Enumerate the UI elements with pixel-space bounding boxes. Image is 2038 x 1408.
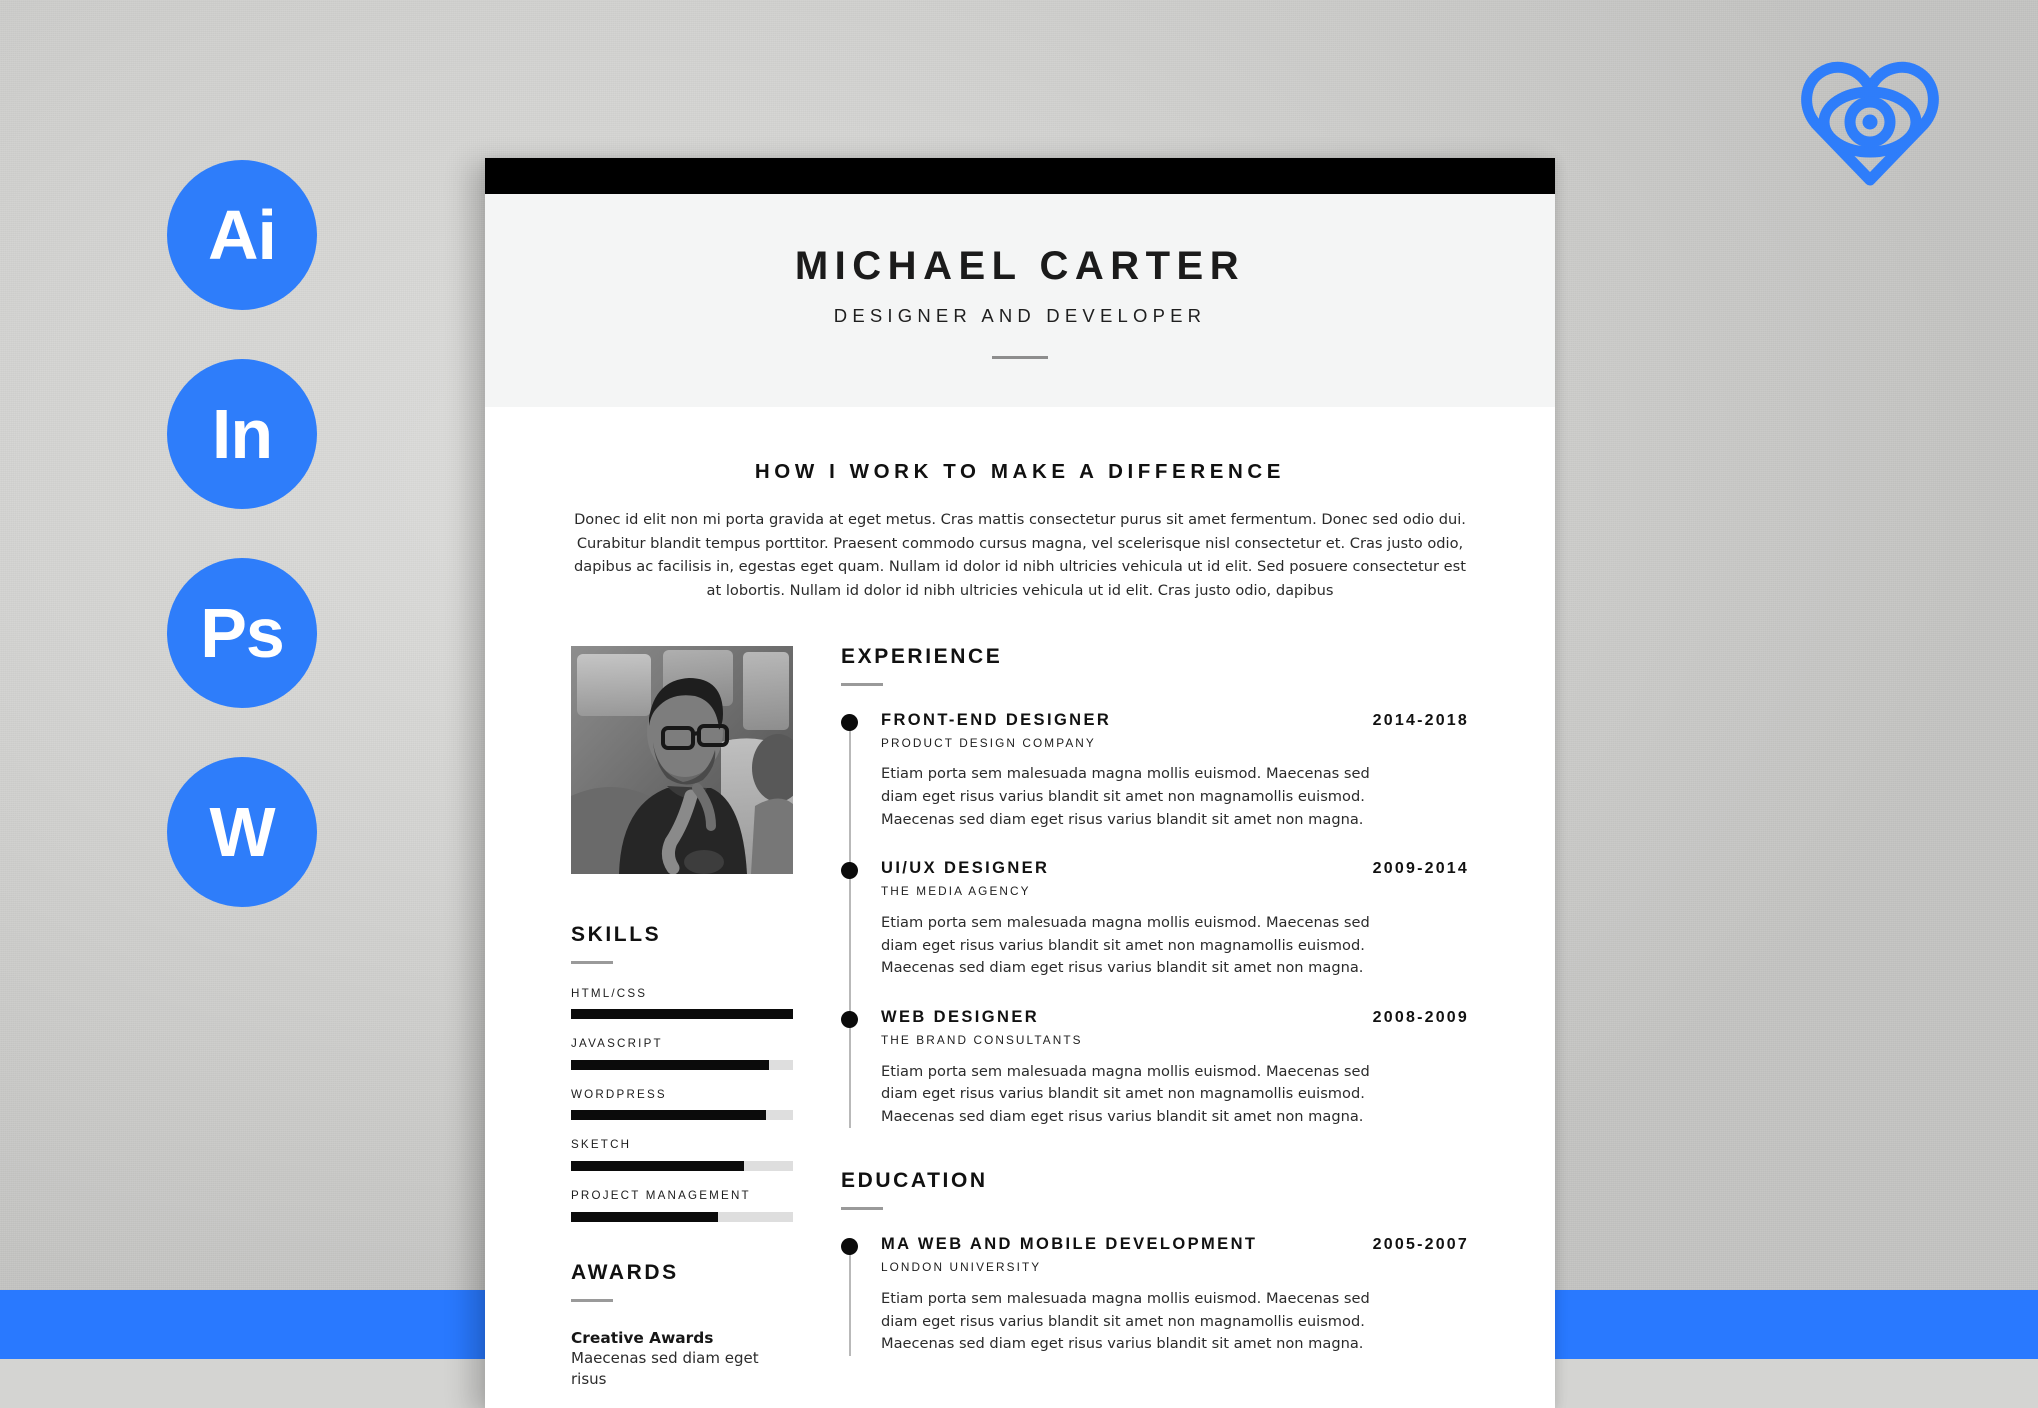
skill-label: PROJECT MANAGEMENT xyxy=(571,1188,751,1202)
education-timeline: MA WEB AND MOBILE DEVELOPMENT 2005-2007 … xyxy=(841,1236,1469,1356)
portrait-photo xyxy=(571,645,793,874)
experience-description: Etiam porta sem malesuada magna mollis e… xyxy=(881,1062,1370,1125)
skill-bar-track xyxy=(571,1110,793,1121)
timeline-dot-icon xyxy=(841,713,858,731)
experience-divider xyxy=(841,682,883,686)
skill-bar-fill xyxy=(571,1059,769,1070)
education-entry-head: MA WEB AND MOBILE DEVELOPMENT 2005-2007 xyxy=(881,1236,1469,1253)
experience-role: WEB DESIGNER xyxy=(881,1007,1040,1026)
skills-list: HTML/CSS JAVASCRIPT WORDPRESS SKETCH PRO… xyxy=(571,986,793,1222)
experience-role: FRONT-END DESIGNER xyxy=(881,710,1112,729)
skill-label: JAVASCRIPT xyxy=(571,1037,663,1051)
left-column: SKILLS HTML/CSS JAVASCRIPT WORDPRESS SKE… xyxy=(571,645,793,1391)
experience-years: 2014-2018 xyxy=(1372,711,1469,729)
education-divider xyxy=(841,1207,883,1211)
intro-paragraph: Donec id elit non mi porta gravida at eg… xyxy=(574,511,1466,599)
skill-bar-fill xyxy=(571,1211,718,1222)
app-icon-illustrator[interactable]: Ai xyxy=(167,160,317,310)
education-entry: MA WEB AND MOBILE DEVELOPMENT 2005-2007 … xyxy=(841,1236,1469,1356)
education-title: EDUCATION xyxy=(841,1169,988,1193)
experience-description: Etiam porta sem malesuada magna mollis e… xyxy=(881,765,1370,828)
app-icon-photoshop-label: Ps xyxy=(200,594,285,672)
skills-section: SKILLS HTML/CSS JAVASCRIPT WORDPRESS SKE… xyxy=(571,924,793,1222)
skill-label: SKETCH xyxy=(571,1138,632,1152)
education-years: 2005-2007 xyxy=(1372,1236,1469,1254)
resume-header: MICHAEL CARTER DESIGNER AND DEVELOPER xyxy=(485,194,1555,407)
education-description: Etiam porta sem malesuada magna mollis e… xyxy=(881,1290,1370,1353)
experience-entry-head: WEB DESIGNER 2008-2009 xyxy=(881,1009,1469,1026)
awards-section: AWARDS Creative Awards Maecenas sed diam… xyxy=(571,1262,793,1391)
app-icon-indesign-label: In xyxy=(211,395,273,473)
header-divider xyxy=(992,355,1048,359)
skill-item: PROJECT MANAGEMENT xyxy=(571,1190,793,1222)
app-icon-rail: Ai In Ps W xyxy=(167,160,317,907)
skill-label: HTML/CSS xyxy=(571,986,648,1000)
experience-company: THE MEDIA AGENCY xyxy=(881,884,1031,899)
skill-item: HTML/CSS xyxy=(571,986,793,1020)
award-name: Creative Awards xyxy=(571,1328,714,1347)
resume-document: MICHAEL CARTER DESIGNER AND DEVELOPER HO… xyxy=(485,158,1555,1408)
app-icon-photoshop[interactable]: Ps xyxy=(167,558,317,708)
experience-years: 2008-2009 xyxy=(1372,1008,1469,1026)
awards-title: AWARDS xyxy=(571,1260,679,1284)
experience-entry-head: UI/UX DESIGNER 2009-2014 xyxy=(881,860,1469,877)
skill-item: SKETCH xyxy=(571,1139,793,1171)
app-icon-word[interactable]: W xyxy=(167,757,317,907)
resume-body: SKILLS HTML/CSS JAVASCRIPT WORDPRESS SKE… xyxy=(485,603,1555,1391)
experience-entry: WEB DESIGNER 2008-2009 THE BRAND CONSULT… xyxy=(841,1009,1469,1129)
experience-entry: UI/UX DESIGNER 2009-2014 THE MEDIA AGENC… xyxy=(841,860,1469,980)
experience-section: EXPERIENCE FRONT-END DESIGNER 2014-2018 … xyxy=(841,646,1469,1129)
experience-company: PRODUCT DESIGN COMPANY xyxy=(881,735,1096,750)
education-section: EDUCATION MA WEB AND MOBILE DEVELOPMENT … xyxy=(841,1170,1469,1356)
skills-divider xyxy=(571,960,613,964)
awards-divider xyxy=(571,1298,613,1302)
timeline-dot-icon xyxy=(841,1010,858,1028)
experience-role: UI/UX DESIGNER xyxy=(881,859,1050,878)
timeline-dot-icon xyxy=(841,862,858,880)
skill-item: WORDPRESS xyxy=(571,1089,793,1121)
page-title: MICHAEL CARTER xyxy=(794,244,1246,288)
skill-bar-track xyxy=(571,1009,793,1020)
app-icon-word-label: W xyxy=(209,793,275,871)
right-column: EXPERIENCE FRONT-END DESIGNER 2014-2018 … xyxy=(841,646,1469,1357)
skill-label: WORDPRESS xyxy=(571,1087,667,1101)
job-title: DESIGNER AND DEVELOPER xyxy=(833,305,1207,326)
app-icon-indesign[interactable]: In xyxy=(167,359,317,509)
experience-description: Etiam porta sem malesuada magna mollis e… xyxy=(881,913,1370,977)
heart-eye-icon xyxy=(1800,58,1940,190)
education-school: LONDON UNIVERSITY xyxy=(881,1260,1042,1275)
skill-bar-track xyxy=(571,1059,793,1070)
skill-item: JAVASCRIPT xyxy=(571,1038,793,1070)
skill-bar-fill xyxy=(571,1160,745,1171)
timeline-dot-icon xyxy=(841,1238,858,1256)
skill-bar-fill xyxy=(571,1110,767,1121)
experience-timeline: FRONT-END DESIGNER 2014-2018 PRODUCT DES… xyxy=(841,712,1469,1129)
education-degree: MA WEB AND MOBILE DEVELOPMENT xyxy=(881,1235,1258,1254)
skill-bar-track xyxy=(571,1211,793,1222)
skills-title: SKILLS xyxy=(571,922,662,946)
experience-title: EXPERIENCE xyxy=(841,644,1003,668)
app-icon-illustrator-label: Ai xyxy=(208,196,277,274)
experience-entry-head: FRONT-END DESIGNER 2014-2018 xyxy=(881,712,1469,729)
skill-bar-fill xyxy=(571,1009,793,1020)
intro-heading: HOW I WORK TO MAKE A DIFFERENCE xyxy=(754,459,1286,483)
skill-bar-track xyxy=(571,1160,793,1171)
experience-entry: FRONT-END DESIGNER 2014-2018 PRODUCT DES… xyxy=(841,712,1469,832)
award-description: Maecenas sed diam eget risus xyxy=(571,1349,759,1389)
intro-section: HOW I WORK TO MAKE A DIFFERENCE Donec id… xyxy=(485,407,1555,603)
experience-years: 2009-2014 xyxy=(1372,860,1469,878)
experience-company: THE BRAND CONSULTANTS xyxy=(881,1032,1083,1047)
document-top-bar xyxy=(485,158,1555,194)
